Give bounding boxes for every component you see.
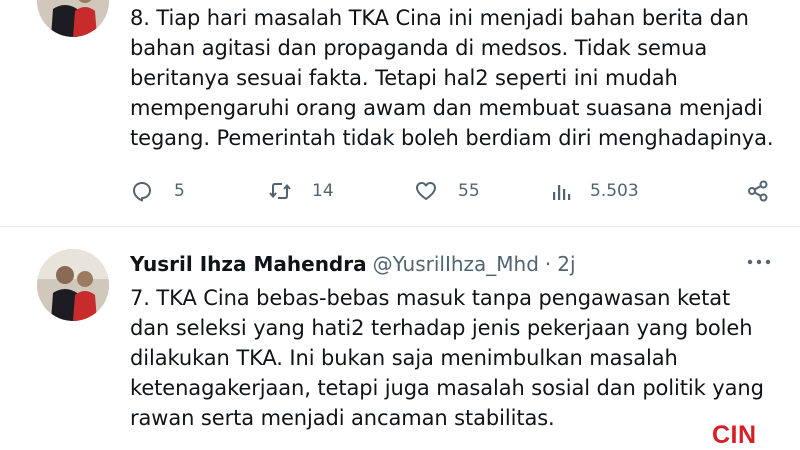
reply-button[interactable]: 5: [130, 176, 185, 206]
watermark-logo: CIN: [712, 421, 757, 449]
tweet[interactable]: 8. Tiap hari masalah TKA Cina ini menjad…: [0, 0, 800, 226]
reply-icon: [133, 182, 151, 202]
like-button[interactable]: 55: [414, 176, 480, 206]
avatar-photo: [37, 0, 109, 37]
reply-count: 5: [174, 181, 185, 201]
header-separator: ·: [544, 252, 552, 276]
avatar-photo: [37, 249, 109, 321]
tweet-text-line: dan seleksi yang hati2 terhadap jenis pe…: [130, 316, 753, 340]
tweet-text-line: 7. TKA Cina bebas-bebas masuk tanpa peng…: [130, 286, 731, 310]
tweet-text: 8. Tiap hari masalah TKA Cina ini menjad…: [130, 3, 790, 153]
tweet-text-line: ketenagakerjaan, tetapi juga masalah sos…: [130, 376, 764, 400]
heart-icon: [416, 182, 436, 200]
retweet-button[interactable]: 14: [268, 176, 334, 206]
tweet-text-line: mempengaruhi orang awam dan membuat suas…: [130, 96, 763, 120]
views-icon: [553, 185, 571, 200]
share-button[interactable]: [746, 176, 770, 206]
tweet-text-line: dilakukan TKA. Ini bukan saja menimbulka…: [130, 346, 678, 370]
like-count: 55: [458, 181, 480, 201]
more-icon: [747, 259, 771, 265]
tweet-timestamp[interactable]: 2j: [557, 252, 575, 276]
tweet-header: Yusril Ihza Mahendra @YusrilIhza_Mhd · 2…: [130, 250, 576, 278]
retweet-icon: [269, 183, 291, 199]
tweet-text-line: bahan agitasi dan propaganda di medsos. …: [130, 36, 708, 60]
avatar[interactable]: [37, 0, 109, 37]
tweet-text-line: 8. Tiap hari masalah TKA Cina ini menjad…: [130, 6, 749, 30]
views-count: 5.503: [590, 181, 639, 201]
tweet-thread: 8. Tiap hari masalah TKA Cina ini menjad…: [0, 0, 800, 450]
tweet-text-line: beritanya sesuai fakta. Tetapi hal2 sepe…: [130, 66, 678, 90]
tweet-text: 7. TKA Cina bebas-bebas masuk tanpa peng…: [130, 283, 790, 433]
retweet-count: 14: [312, 181, 334, 201]
tweet-text-line: tegang. Pemerintah tidak boleh berdiam d…: [130, 126, 774, 150]
author-name[interactable]: Yusril Ihza Mahendra: [130, 252, 367, 276]
share-icon: [748, 180, 768, 202]
more-options-button[interactable]: [744, 250, 774, 274]
avatar[interactable]: [37, 249, 109, 321]
views-button[interactable]: 5.503: [550, 176, 639, 206]
tweet-text-line: rawan serta menjadi ancaman stabilitas.: [130, 406, 555, 430]
tweet-actions: 5 14 55 5.503: [130, 176, 780, 206]
author-handle[interactable]: @YusrilIhza_Mhd: [373, 252, 539, 276]
